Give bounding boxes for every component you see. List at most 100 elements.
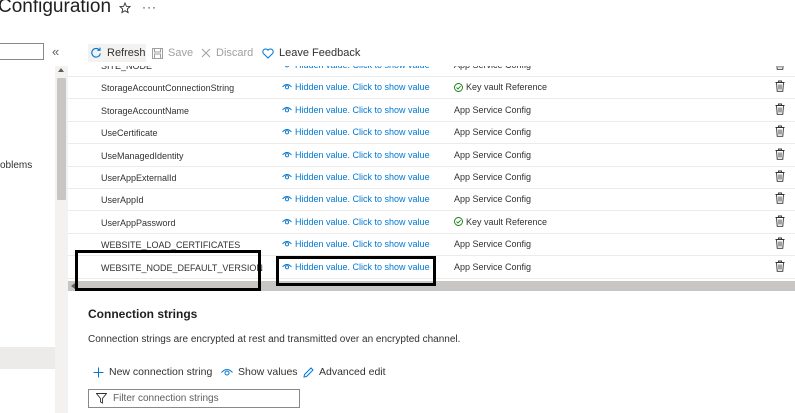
setting-name[interactable]: UserAppId — [101, 195, 144, 205]
save-label: Save — [168, 47, 194, 59]
setting-name[interactable]: SITE_NODE — [101, 66, 152, 71]
left-nav-scroll-thumb[interactable] — [57, 78, 66, 200]
eye-icon — [282, 196, 292, 202]
refresh-icon — [91, 47, 101, 58]
check-circle-icon — [454, 82, 463, 92]
eye-icon — [282, 218, 292, 225]
table-row[interactable]: StorageAccountConnectionString Hidden val… — [68, 77, 795, 100]
refresh-label: Refresh — [107, 47, 146, 59]
setting-name[interactable]: StorageAccountName — [101, 106, 189, 116]
eye-icon — [282, 151, 292, 157]
delete-setting-button[interactable] — [775, 215, 785, 229]
delete-setting-button[interactable] — [775, 66, 785, 72]
delete-setting-button[interactable] — [775, 125, 785, 139]
setting-name[interactable]: WEBSITE_LOAD_CERTIFICATES — [101, 240, 240, 250]
delete-setting-button[interactable] — [775, 170, 785, 184]
show-values-button[interactable]: Show values — [221, 366, 298, 378]
annotation-box-setting-name — [75, 250, 261, 291]
filter-placeholder: Filter connection strings — [113, 393, 219, 404]
more-options-icon[interactable]: ··· — [142, 0, 157, 14]
discard-label: Discard — [216, 47, 254, 59]
setting-name[interactable]: StorageAccountConnectionString — [101, 83, 234, 93]
hidden-value-label: Hidden value. Click to show value — [295, 127, 430, 138]
table-row[interactable]: StorageAccountName Hidden value. Click to… — [68, 100, 795, 122]
hidden-value-link[interactable]: Hidden value. Click to show value — [282, 105, 430, 115]
show-values-label: Show values — [238, 366, 298, 378]
delete-setting-button[interactable] — [775, 192, 785, 206]
setting-source: App Service Config — [454, 127, 531, 137]
refresh-button[interactable]: Refresh — [88, 44, 146, 62]
save-icon — [152, 47, 163, 59]
trash-icon — [776, 66, 784, 70]
save-button[interactable]: Save — [152, 44, 193, 62]
left-nav-item-problems[interactable]: oblems — [0, 160, 32, 171]
setting-name[interactable]: UserAppExternalId — [101, 173, 177, 183]
setting-source-label: App Service Config — [454, 261, 532, 272]
hidden-value-label: Hidden value. Click to show value — [295, 104, 430, 115]
setting-source: Key vault Reference — [454, 82, 547, 92]
setting-source-label: App Service Config — [454, 127, 532, 138]
trash-icon — [775, 260, 785, 272]
setting-source: App Service Config — [454, 105, 531, 115]
delete-setting-button[interactable] — [775, 237, 785, 251]
hidden-value-link[interactable]: Hidden value. Click to show value — [282, 150, 430, 160]
hidden-value-link[interactable]: Hidden value. Click to show value — [282, 217, 430, 227]
trash-icon — [775, 80, 785, 93]
delete-setting-button[interactable] — [775, 260, 785, 274]
setting-source: App Service Config — [454, 150, 531, 160]
annotation-box-setting-value — [276, 256, 436, 286]
eye-icon — [285, 66, 289, 68]
filter-icon — [96, 393, 107, 404]
collapse-nav-icon[interactable]: « — [52, 44, 59, 59]
eye-icon — [282, 106, 292, 113]
setting-source-label: App Service Config — [454, 194, 532, 205]
table-row[interactable]: UseCertificate Hidden value. Click to sho… — [68, 122, 795, 145]
hidden-value-link[interactable]: Hidden value. Click to show value — [282, 82, 430, 92]
hidden-value-link[interactable]: Hidden value. Click to show value — [282, 127, 430, 137]
setting-source-label: App Service Config — [454, 66, 531, 70]
hidden-value-label: Hidden value. Click to show value — [295, 82, 430, 93]
hidden-value-label: Hidden value. Click to show value — [295, 172, 430, 182]
table-row[interactable]: UserAppPassword Hidden value. Click to sh… — [68, 212, 795, 234]
setting-name[interactable]: UseCertificate — [101, 128, 158, 138]
new-connection-string-label: New connection string — [109, 366, 213, 378]
hidden-value-link[interactable]: Hidden value. Click to show value — [282, 66, 430, 70]
scroll-up-arrow-icon[interactable] — [58, 68, 64, 72]
trash-icon — [775, 170, 785, 182]
table-row[interactable]: SITE_NODE Hidden value. Click to show val… — [68, 66, 795, 77]
setting-name[interactable]: UserAppPassword — [101, 218, 176, 228]
discard-button[interactable]: Discard — [201, 44, 253, 62]
left-nav-selected-item[interactable] — [0, 347, 55, 369]
delete-setting-button[interactable] — [775, 80, 785, 94]
delete-setting-button[interactable] — [775, 148, 785, 162]
hidden-value-label: Hidden value. Click to show value — [295, 194, 430, 205]
new-connection-string-button[interactable]: New connection string — [93, 366, 212, 378]
setting-source-label: Key vault Reference — [466, 82, 548, 93]
delete-setting-button[interactable] — [775, 103, 785, 117]
star-icon[interactable] — [119, 2, 131, 14]
leave-feedback-label: Leave Feedback — [279, 47, 361, 59]
hidden-value-link[interactable]: Hidden value. Click to show value — [282, 239, 430, 249]
hidden-value-link[interactable]: Hidden value. Click to show value — [282, 194, 430, 204]
hidden-value-label: Hidden value. Click to show value — [295, 216, 430, 227]
left-nav-search-input[interactable] — [0, 43, 44, 60]
eye-icon — [282, 84, 292, 90]
setting-source: App Service Config — [454, 172, 531, 182]
table-row[interactable]: UseManagedIdentity Hidden value. Click to… — [68, 145, 795, 167]
setting-name[interactable]: UseManagedIdentity — [101, 151, 184, 161]
eye-icon — [221, 368, 233, 375]
plus-icon — [93, 367, 104, 377]
trash-icon — [775, 215, 785, 227]
connection-strings-description: Connection strings are encrypted at rest… — [88, 334, 461, 345]
table-row[interactable]: UserAppExternalId Hidden value. Click to … — [68, 167, 795, 189]
setting-source-label: App Service Config — [454, 104, 532, 115]
filter-connection-strings-input[interactable]: Filter connection strings — [88, 389, 300, 408]
hidden-value-link[interactable]: Hidden value. Click to show value — [282, 172, 430, 182]
table-row[interactable]: UserAppId Hidden value. Click to show val… — [68, 189, 795, 212]
discard-icon — [201, 48, 211, 58]
setting-source: App Service Config — [454, 239, 531, 249]
eye-icon — [282, 241, 292, 247]
leave-feedback-button[interactable]: Leave Feedback — [262, 44, 360, 62]
trash-icon — [775, 148, 785, 160]
advanced-edit-button[interactable]: Advanced edit — [303, 366, 386, 378]
